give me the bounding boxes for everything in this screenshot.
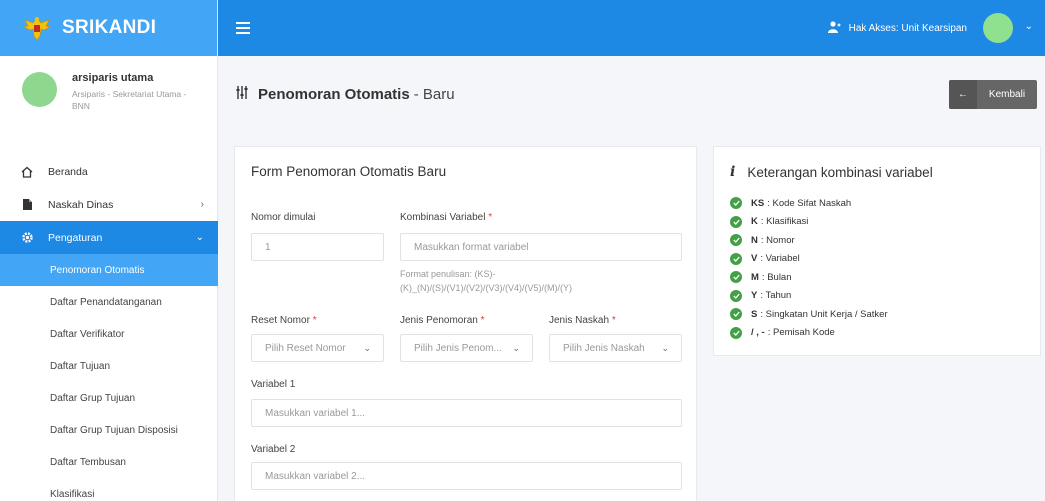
gear-icon (20, 231, 34, 245)
back-button-label: Kembali (988, 89, 1026, 100)
submenu-item-daftar-verifikator[interactable]: Daftar Verifikator (0, 318, 218, 350)
chevron-down-icon[interactable]: ⌄ (1025, 21, 1033, 32)
check-circle-icon (730, 197, 742, 210)
sidebar-item-label: Beranda (48, 165, 88, 178)
check-circle-icon (730, 234, 742, 247)
hamburger-icon[interactable] (236, 22, 250, 34)
home-icon (20, 165, 34, 179)
access-indicator[interactable]: Hak Akses: Unit Kearsipan (827, 0, 967, 56)
sidebar-item-pengaturan[interactable]: Pengaturan ⌄ (0, 221, 218, 254)
reset-nomor-label: Reset Nomor * (251, 315, 317, 326)
arrow-left-icon: ← (949, 80, 977, 109)
submenu-item-daftar-grup-tujuan-disposisi[interactable]: Daftar Grup Tujuan Disposisi (0, 414, 218, 446)
person-icon (827, 20, 841, 36)
nomor-dimulai-label: Nomor dimulai (251, 212, 316, 223)
sidebar-item-naskah-dinas[interactable]: Naskah Dinas › (0, 188, 218, 221)
variabel1-label: Variabel 1 (251, 379, 296, 390)
submenu-item-daftar-tujuan[interactable]: Daftar Tujuan (0, 350, 218, 382)
jenis-naskah-value: Pilih Jenis Naskah (563, 342, 645, 354)
page-header: Penomoran Otomatis - Baru ← Kembali (218, 56, 1045, 136)
page-title-main: Penomoran Otomatis (258, 86, 410, 103)
sidebar-item-beranda[interactable]: Beranda (0, 155, 218, 188)
variabel1-input[interactable]: Masukkan variabel 1... (251, 399, 682, 427)
list-item: Y: Tahun (730, 287, 888, 306)
jenis-penomoran-label: Jenis Penomoran * (400, 315, 485, 326)
chevron-down-icon: ⌄ (661, 342, 669, 353)
user-name: arsiparis utama (72, 72, 154, 84)
jenis-naskah-label: Jenis Naskah * (549, 315, 616, 326)
access-label: Hak Akses: Unit Kearsipan (848, 22, 967, 34)
jenis-penomoran-select[interactable]: Pilih Jenis Penom... ⌄ (400, 334, 533, 362)
info-title: i Keterangan kombinasi variabel (730, 164, 933, 180)
reset-nomor-value: Pilih Reset Nomor (265, 342, 346, 354)
brand-bar[interactable]: SRIKANDI (0, 0, 217, 56)
kombinasi-variabel-label: Kombinasi Variabel * (400, 212, 493, 223)
format-hint: Format penulisan: (KS)- (K)_(N)/(S)/(V1)… (400, 269, 572, 293)
info-card: i Keterangan kombinasi variabel KS: Kode… (713, 146, 1041, 356)
kombinasi-variabel-input[interactable]: Masukkan format variabel (400, 233, 682, 261)
chevron-down-icon: ⌄ (512, 342, 520, 353)
check-circle-icon (730, 271, 742, 284)
list-item: M: Bulan (730, 268, 888, 287)
page-title: Penomoran Otomatis - Baru (236, 86, 455, 103)
back-button[interactable]: ← Kembali (949, 80, 1037, 109)
check-circle-icon (730, 252, 742, 265)
list-item: N: Nomor (730, 231, 888, 250)
jenis-naskah-select[interactable]: Pilih Jenis Naskah ⌄ (549, 334, 682, 362)
avatar[interactable] (983, 13, 1013, 43)
sidebar-item-label: Naskah Dinas (48, 198, 114, 211)
chevron-down-icon: ⌄ (363, 342, 371, 353)
submenu-item-klasifikasi[interactable]: Klasifikasi (0, 478, 218, 501)
submenu-item-daftar-penandatanganan[interactable]: Daftar Penandatanganan (0, 286, 218, 318)
user-panel: arsiparis utama Arsiparis - Sekretariat … (0, 56, 217, 134)
check-circle-icon (730, 308, 742, 321)
jenis-penomoran-value: Pilih Jenis Penom... (414, 342, 502, 354)
garuda-logo-icon (22, 13, 52, 43)
form-card: Form Penomoran Otomatis Baru Nomor dimul… (234, 146, 697, 501)
chevron-down-icon: ⌄ (195, 232, 204, 243)
sidebar-menu: Beranda Naskah Dinas › Pengaturan ⌄ Peno… (0, 155, 218, 501)
submenu-item-penomoran-otomatis[interactable]: Penomoran Otomatis (0, 254, 218, 286)
sliders-icon (236, 86, 248, 103)
list-item: K: Klasifikasi (730, 213, 888, 232)
list-item: V: Variabel (730, 250, 888, 269)
brand-name: SRIKANDI (62, 17, 157, 38)
info-list: KS: Kode Sifat Naskah K: Klasifikasi N: … (730, 194, 888, 342)
avatar (22, 72, 57, 107)
list-item: KS: Kode Sifat Naskah (730, 194, 888, 213)
sidebar: SRIKANDI arsiparis utama Arsiparis - Sek… (0, 0, 218, 501)
submenu-item-daftar-tembusan[interactable]: Daftar Tembusan (0, 446, 218, 478)
list-item: S: Singkatan Unit Kerja / Satker (730, 305, 888, 324)
variabel2-label: Variabel 2 (251, 444, 296, 455)
info-icon: i (730, 164, 736, 180)
reset-nomor-select[interactable]: Pilih Reset Nomor ⌄ (251, 334, 384, 362)
sidebar-item-label: Pengaturan (48, 231, 103, 244)
document-icon (20, 198, 34, 212)
check-circle-icon (730, 289, 742, 302)
form-title: Form Penomoran Otomatis Baru (251, 164, 447, 179)
submenu-item-daftar-grup-tujuan[interactable]: Daftar Grup Tujuan (0, 382, 218, 414)
list-item: / , -: Pemisah Kode (730, 324, 888, 343)
user-role: Arsiparis - Sekretariat Utama - BNN (72, 89, 187, 111)
nomor-dimulai-input[interactable]: 1 (251, 233, 384, 261)
chevron-right-icon: › (200, 199, 204, 210)
page-title-sub: - Baru (413, 86, 455, 103)
check-circle-icon (730, 326, 742, 339)
variabel2-input[interactable]: Masukkan variabel 2... (251, 462, 682, 490)
topbar: Hak Akses: Unit Kearsipan ⌄ (218, 0, 1045, 56)
check-circle-icon (730, 215, 742, 228)
